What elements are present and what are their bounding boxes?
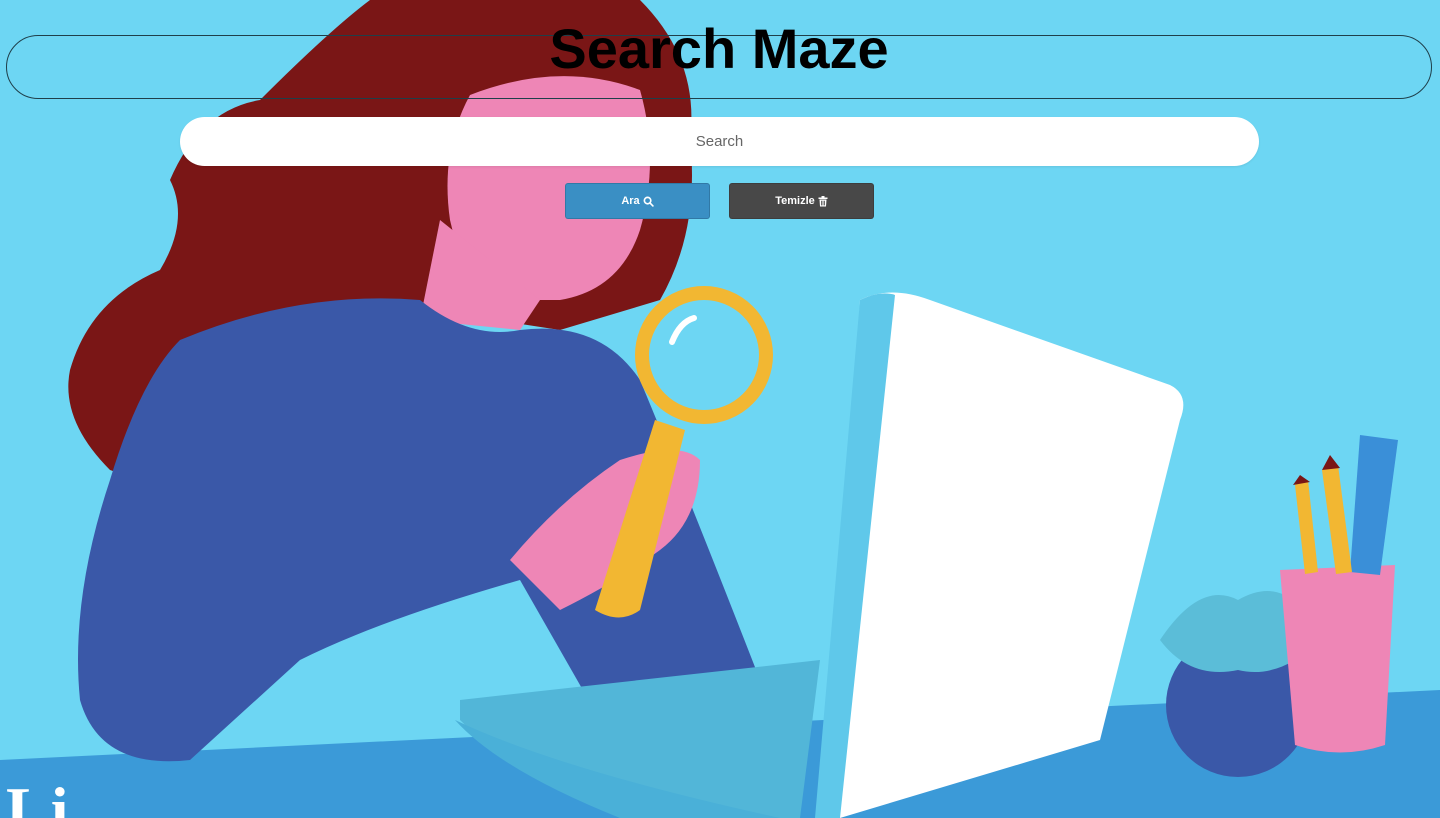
header-bar: Search Maze <box>6 21 1432 99</box>
page-title: Search Maze <box>549 17 889 81</box>
clear-button-label: Temizle <box>775 195 815 207</box>
trash-icon <box>818 195 828 206</box>
corner-logo-text: Li <box>6 774 71 818</box>
search-button-label: Ara <box>621 195 640 207</box>
search-button[interactable]: Ara <box>565 183 710 219</box>
magnifier-icon <box>643 196 654 207</box>
search-input[interactable] <box>180 117 1259 166</box>
clear-button[interactable]: Temizle <box>729 183 874 219</box>
page: Search Maze Ara Temizle Li <box>0 0 1440 818</box>
